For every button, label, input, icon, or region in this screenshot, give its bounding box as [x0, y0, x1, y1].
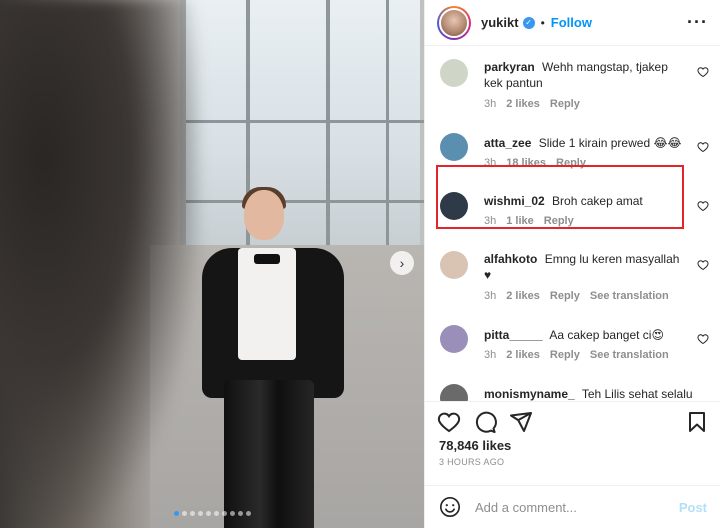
comment-icon[interactable]	[473, 410, 497, 434]
comment-text: Broh cakep amat	[552, 194, 643, 208]
slide-dot	[181, 511, 187, 516]
reply-button[interactable]: Reply	[556, 157, 586, 169]
slide-dot	[213, 511, 219, 516]
comment-likes[interactable]: 18 likes	[506, 157, 546, 169]
post-timestamp: 3 HOURS AGO	[439, 457, 505, 467]
comment-text: Teh Lilis sehat selalu	[581, 387, 693, 401]
emoji-icon[interactable]	[439, 496, 461, 518]
slide-dot	[197, 511, 203, 516]
heart-icon[interactable]	[697, 259, 709, 271]
post-header: yukikt ✓ • Follow ···	[425, 0, 720, 46]
comment-time: 3h	[484, 215, 497, 227]
commenter-avatar[interactable]	[440, 251, 468, 279]
commenter-avatar[interactable]	[440, 384, 468, 401]
share-icon[interactable]	[509, 410, 533, 434]
comment-likes[interactable]: 2 likes	[506, 290, 540, 302]
reply-button[interactable]: Reply	[550, 349, 580, 361]
slide-dot	[189, 511, 195, 516]
comments-list: parkyran Wehh mangstap, tjakep kek pantu…	[425, 47, 720, 401]
follow-button[interactable]: Follow	[551, 15, 592, 30]
comment-text: Aa cakep banget ci😍	[549, 328, 664, 342]
comment-text: Slide 1 kirain prewed 😂😂	[538, 136, 682, 150]
avatar[interactable]	[439, 7, 469, 38]
slide-dot	[173, 511, 179, 516]
post-actions	[425, 401, 720, 441]
reply-button[interactable]: Reply	[550, 290, 580, 302]
see-translation-button[interactable]: See translation	[590, 290, 669, 302]
slide-dot	[229, 511, 235, 516]
verified-icon: ✓	[522, 16, 535, 29]
slide-dot	[237, 511, 243, 516]
commenter-username[interactable]: wishmi_02	[484, 194, 545, 208]
commenter-avatar[interactable]	[440, 59, 468, 87]
commenter-avatar[interactable]	[440, 325, 468, 353]
comment-likes[interactable]: 2 likes	[506, 349, 540, 361]
heart-icon[interactable]	[697, 66, 709, 78]
comment-composer: Post	[425, 485, 720, 528]
post-media: ›	[0, 0, 424, 528]
slide-dot	[221, 511, 227, 516]
slide-indicator	[0, 511, 424, 516]
separator-dot: •	[540, 15, 545, 30]
commenter-username[interactable]: monismyname_	[484, 387, 575, 401]
reply-button[interactable]: Reply	[550, 98, 580, 110]
blurred-foreground-figure	[0, 0, 200, 528]
bookmark-icon[interactable]	[685, 410, 709, 434]
comment-input[interactable]	[475, 499, 655, 515]
likes-count[interactable]: 78,846 likes	[439, 438, 511, 453]
commenter-avatar[interactable]	[440, 133, 468, 161]
commenter-username[interactable]: atta_zee	[484, 136, 531, 150]
slide-dot	[205, 511, 211, 516]
commenter-avatar[interactable]	[440, 192, 468, 220]
like-icon[interactable]	[437, 410, 461, 434]
author-username[interactable]: yukikt	[481, 15, 519, 30]
comment-likes[interactable]: 1 like	[506, 215, 534, 227]
slide-dot	[245, 511, 251, 516]
commenter-username[interactable]: alfahkoto	[484, 252, 537, 266]
author-avatar-ring[interactable]	[437, 5, 471, 40]
comment-time: 3h	[484, 98, 497, 110]
reply-button[interactable]: Reply	[544, 215, 574, 227]
chevron-right-icon: ›	[399, 255, 405, 271]
commenter-username[interactable]: pitta_____	[484, 328, 543, 342]
comment-likes[interactable]: 2 likes	[506, 98, 540, 110]
heart-icon[interactable]	[697, 141, 709, 153]
photo-subject	[198, 187, 348, 528]
comment-time: 3h	[484, 290, 497, 302]
comment-time: 3h	[484, 349, 497, 361]
heart-icon[interactable]	[697, 200, 709, 212]
post-comment-button[interactable]: Post	[679, 500, 707, 515]
more-options-icon[interactable]: ···	[687, 12, 708, 33]
comment-time: 3h	[484, 157, 497, 169]
next-slide-button[interactable]: ›	[390, 251, 414, 275]
post-sidebar: yukikt ✓ • Follow ··· parkyran Wehh mang…	[424, 0, 720, 528]
commenter-username[interactable]: parkyran	[484, 60, 535, 74]
heart-icon[interactable]	[697, 333, 709, 345]
see-translation-button[interactable]: See translation	[590, 349, 669, 361]
